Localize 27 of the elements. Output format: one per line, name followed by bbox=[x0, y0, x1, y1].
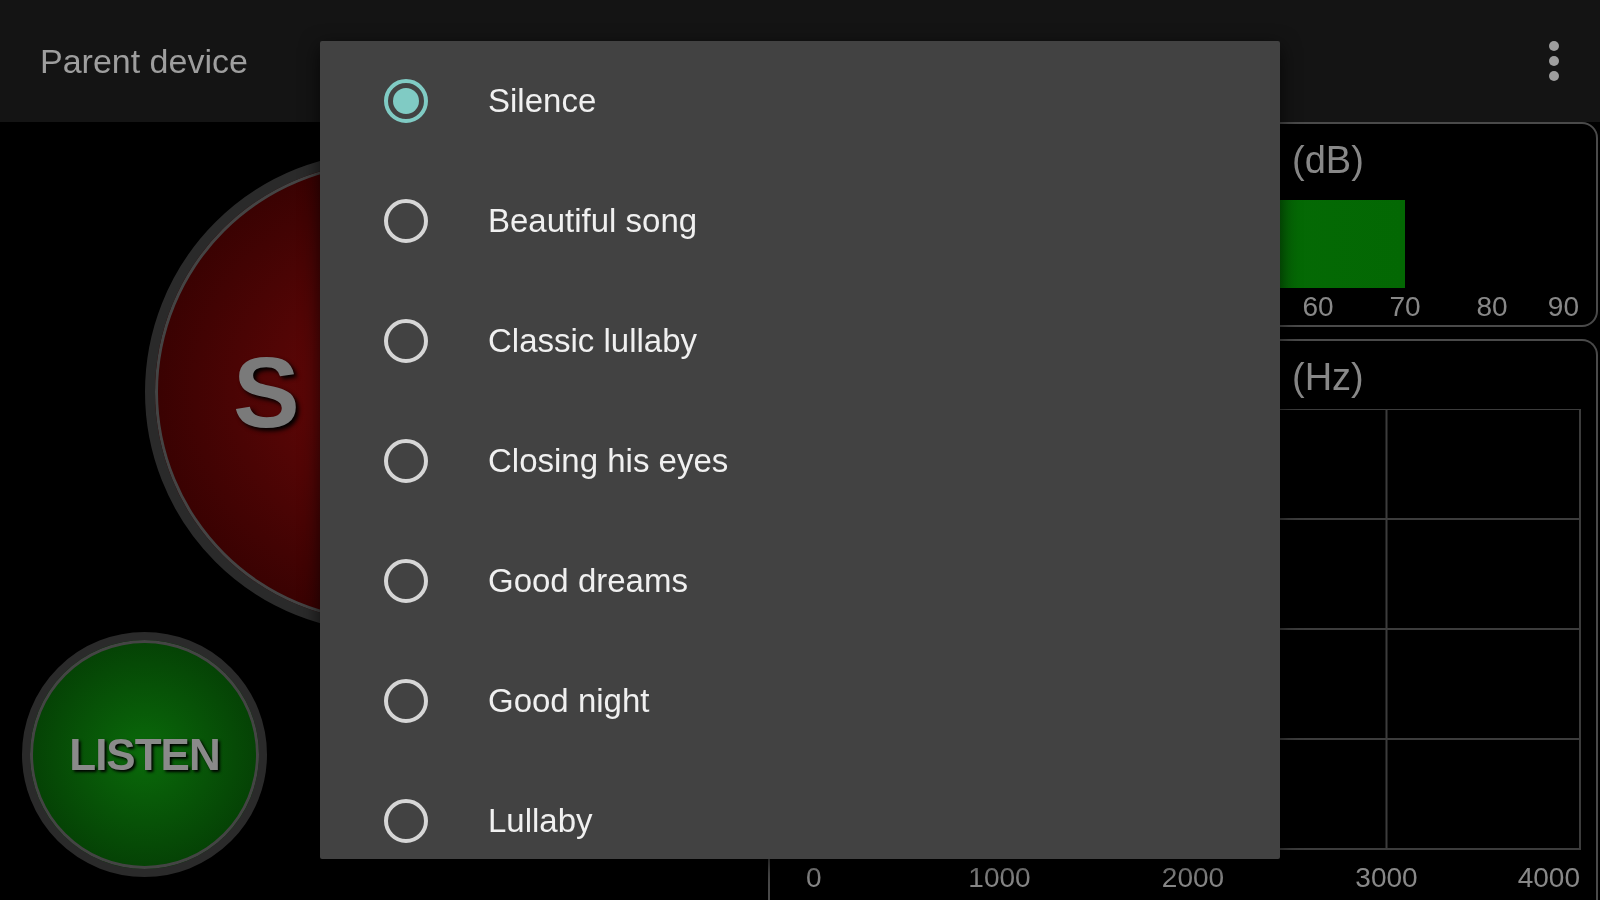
app-title: Parent device bbox=[40, 41, 248, 81]
sound-option[interactable]: Closing his eyes bbox=[320, 401, 1280, 521]
radio-button[interactable] bbox=[384, 799, 428, 843]
sound-option[interactable]: Good dreams bbox=[320, 521, 1280, 641]
menu-icon[interactable] bbox=[1548, 40, 1560, 82]
panel-title: (Hz) bbox=[1292, 355, 1364, 399]
radio-button[interactable] bbox=[384, 319, 428, 363]
sound-option[interactable]: Lullaby bbox=[320, 761, 1280, 859]
radio-button[interactable] bbox=[384, 559, 428, 603]
axis-tick: 80 bbox=[1476, 291, 1508, 322]
axis-tick: 0 bbox=[806, 862, 822, 893]
sound-option[interactable]: Beautiful song bbox=[320, 161, 1280, 281]
axis-tick: 1000 bbox=[968, 862, 1031, 893]
axis-tick: 3000 bbox=[1355, 862, 1418, 893]
radio-button[interactable] bbox=[384, 679, 428, 723]
radio-button[interactable] bbox=[384, 439, 428, 483]
axis-tick: 2000 bbox=[1161, 862, 1225, 893]
axis-tick: 90 bbox=[1547, 291, 1579, 322]
panel-title: (dB) bbox=[1292, 138, 1364, 182]
radio-button[interactable] bbox=[384, 79, 428, 123]
axis-tick: 70 bbox=[1389, 291, 1421, 322]
sound-option[interactable]: Classic lullaby bbox=[320, 281, 1280, 401]
sound-option[interactable]: Silence bbox=[320, 41, 1280, 161]
axis-tick: 60 bbox=[1302, 291, 1334, 322]
axis-tick: 4000 bbox=[1517, 862, 1580, 893]
radio-button[interactable] bbox=[384, 199, 428, 243]
sound-option[interactable]: Good night bbox=[320, 641, 1280, 761]
